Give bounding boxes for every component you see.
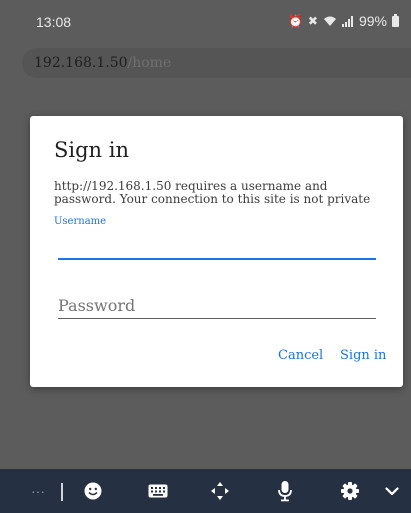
cancel-button[interactable]: Cancel — [278, 348, 323, 363]
settings-icon[interactable] — [337, 469, 363, 513]
status-bar: 13:08 ⏰ ✖ 99% — [0, 0, 411, 40]
toolbar-divider — [61, 483, 63, 501]
emoji-icon[interactable] — [80, 469, 106, 513]
collapse-icon[interactable] — [381, 469, 403, 513]
username-label: Username — [54, 216, 107, 227]
url-path: /home — [127, 55, 172, 71]
signal-icon — [341, 15, 353, 27]
mute-icon: ✖ — [307, 14, 318, 28]
url-host: 192.168.1.50 — [34, 55, 128, 71]
dialog-message: http://192.168.1.50 requires a username … — [54, 179, 371, 206]
battery-icon — [392, 13, 399, 27]
status-icons: ⏰ ✖ 99% — [288, 13, 399, 29]
status-time: 13:08 — [36, 14, 72, 30]
dialog-title: Sign in — [54, 138, 129, 162]
alarm-icon: ⏰ — [287, 14, 303, 28]
more-icon[interactable]: ··· — [28, 469, 48, 513]
cursor-move-icon[interactable] — [207, 469, 233, 513]
url-text[interactable]: 192.168.1.50/home — [34, 55, 171, 71]
battery-percent: 99% — [358, 13, 387, 29]
keyboard-icon[interactable] — [145, 469, 171, 513]
url-bar[interactable]: 192.168.1.50/home — [22, 48, 411, 78]
microphone-icon[interactable] — [272, 469, 298, 513]
sign-in-dialog: Sign in http://192.168.1.50 requires a u… — [30, 116, 403, 387]
password-field[interactable] — [58, 292, 376, 319]
keyboard-toolbar: ··· — [0, 469, 411, 513]
username-field[interactable] — [58, 228, 376, 260]
wifi-icon — [323, 16, 336, 26]
sign-in-button[interactable]: Sign in — [340, 348, 386, 363]
